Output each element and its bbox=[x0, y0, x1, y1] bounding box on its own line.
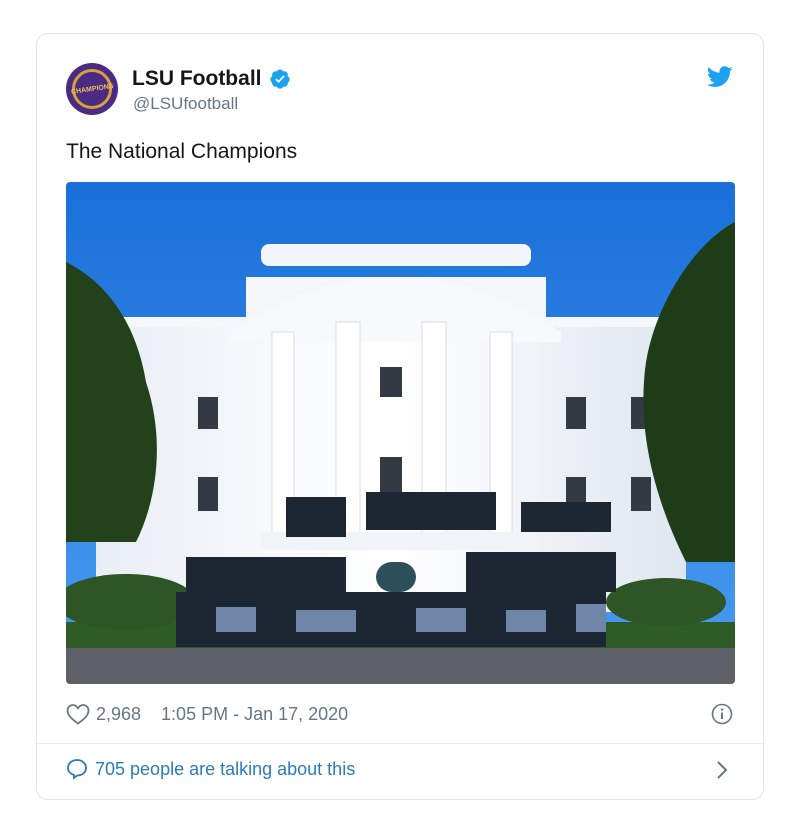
conversation-text: 705 people are talking about this bbox=[95, 758, 356, 779]
author-name-text: LSU Football bbox=[132, 67, 262, 90]
verified-badge-icon bbox=[269, 69, 290, 89]
conversation-link[interactable]: 705 people are talking about this bbox=[66, 758, 355, 780]
author-handle[interactable]: @LSUfootball bbox=[133, 94, 238, 114]
info-icon[interactable] bbox=[711, 703, 733, 725]
tweet-card: CHAMPIONS LSU Football @LSUfootball The … bbox=[36, 33, 764, 800]
heart-icon[interactable] bbox=[66, 703, 90, 725]
divider bbox=[37, 743, 763, 744]
author-name[interactable]: LSU Football bbox=[132, 67, 291, 91]
tweet-timestamp[interactable]: 1:05 PM - Jan 17, 2020 bbox=[161, 704, 348, 725]
twitter-bird-icon[interactable] bbox=[707, 66, 733, 88]
chevron-right-icon[interactable] bbox=[715, 760, 729, 780]
speech-bubble-icon bbox=[67, 759, 87, 780]
tweet-photo[interactable] bbox=[66, 182, 735, 684]
avatar[interactable]: CHAMPIONS bbox=[66, 63, 118, 115]
tweet-meta: 2,968 1:05 PM - Jan 17, 2020 bbox=[66, 703, 348, 725]
avatar-text: CHAMPIONS bbox=[70, 82, 114, 96]
champions-logo: CHAMPIONS bbox=[70, 69, 114, 109]
tweet-text: The National Champions bbox=[66, 140, 298, 163]
like-count[interactable]: 2,968 bbox=[96, 704, 141, 725]
